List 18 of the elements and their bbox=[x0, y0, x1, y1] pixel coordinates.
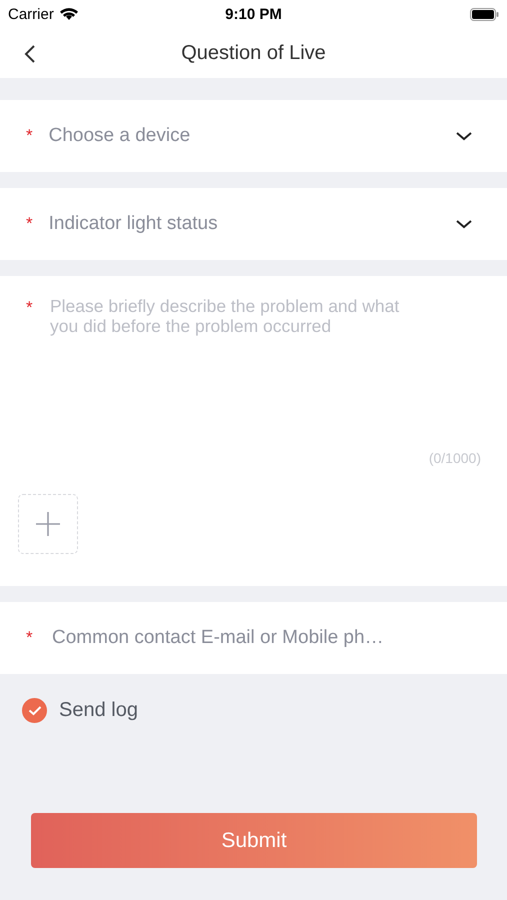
clock-time: 9:10 PM bbox=[225, 6, 282, 22]
checkmark-icon bbox=[28, 705, 42, 716]
battery-icon bbox=[470, 8, 499, 20]
add-image-button[interactable] bbox=[18, 494, 78, 554]
plus-icon bbox=[35, 511, 61, 537]
chevron-down-icon bbox=[455, 219, 473, 229]
required-mark: * bbox=[26, 628, 33, 648]
carrier-label: Carrier bbox=[8, 6, 54, 22]
dropdown-field[interactable]: * Choose a device bbox=[0, 100, 507, 172]
character-counter: (0/1000) bbox=[428, 450, 481, 466]
required-mark: * bbox=[26, 297, 33, 318]
wifi-icon bbox=[58, 7, 79, 21]
chevron-down-icon bbox=[455, 131, 473, 141]
send-log-checkbox[interactable]: Send log bbox=[22, 698, 477, 723]
page-title: Question of Live bbox=[181, 42, 326, 64]
submit-button[interactable]: Submit bbox=[31, 813, 477, 868]
dropdown-field[interactable]: * Indicator light status bbox=[0, 188, 507, 260]
checkbox[interactable] bbox=[22, 698, 47, 723]
